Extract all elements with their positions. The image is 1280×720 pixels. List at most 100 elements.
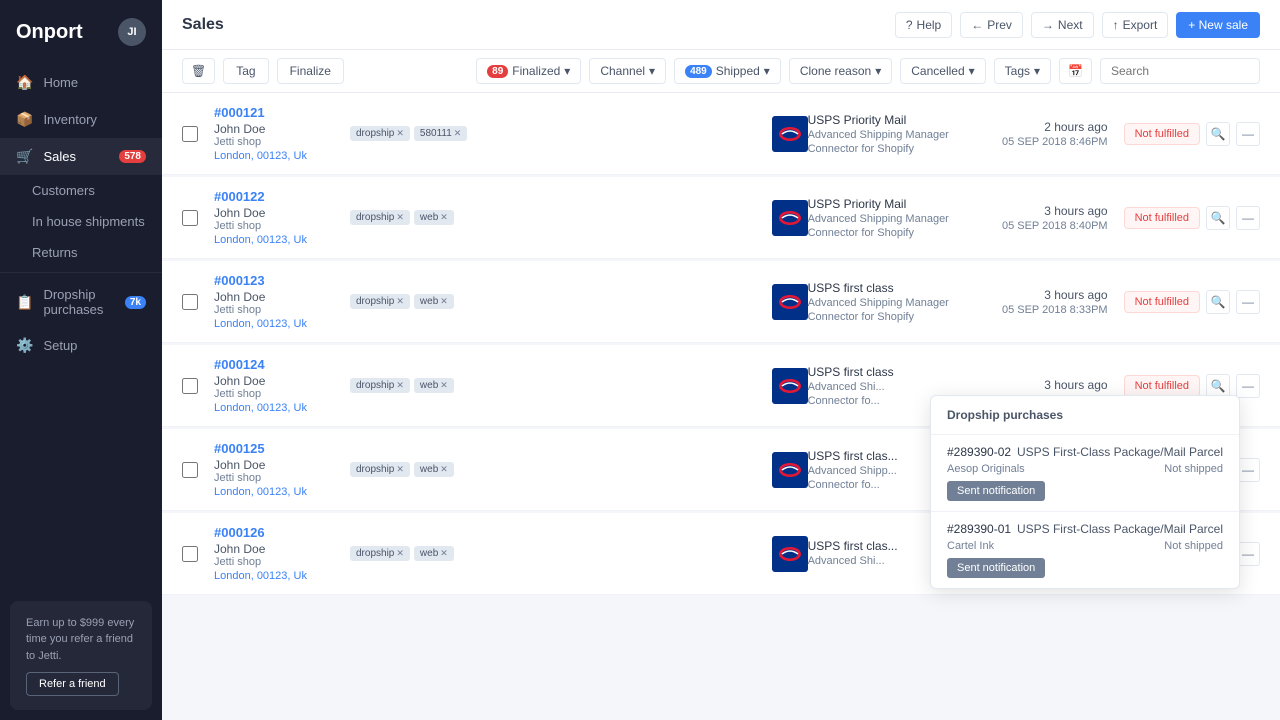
chevron-down-icon: ▾ bbox=[969, 64, 975, 78]
tag-remove-icon[interactable]: ✕ bbox=[396, 212, 404, 223]
logo-text: Onport bbox=[16, 21, 83, 44]
tag-remove-icon[interactable]: ✕ bbox=[440, 212, 448, 223]
inventory-icon: 📦 bbox=[16, 111, 33, 128]
tag-remove-icon[interactable]: ✕ bbox=[396, 548, 404, 559]
carrier-sub1: Advanced Shi... bbox=[808, 381, 988, 393]
sale-info: #000126 John Doe Jetti shop London, 0012… bbox=[214, 525, 334, 582]
sale-id[interactable]: #000123 bbox=[214, 273, 334, 288]
sale-name: John Doe bbox=[214, 542, 334, 556]
tag-remove-icon[interactable]: ✕ bbox=[396, 380, 404, 391]
row-checkbox[interactable] bbox=[182, 210, 198, 226]
sent-notification-button[interactable]: Sent notification bbox=[947, 558, 1045, 578]
tag-remove-icon[interactable]: ✕ bbox=[454, 128, 462, 139]
tag-remove-icon[interactable]: ✕ bbox=[440, 380, 448, 391]
chevron-down-icon: ▾ bbox=[1034, 64, 1040, 78]
cancelled-filter[interactable]: Cancelled ▾ bbox=[900, 58, 985, 84]
sale-name: John Doe bbox=[214, 122, 334, 136]
sale-time: 2 hours ago 05 SEP 2018 8:46PM bbox=[988, 120, 1108, 148]
tag-badge: web ✕ bbox=[414, 462, 454, 477]
carrier-logo bbox=[772, 368, 808, 404]
finalize-button[interactable]: Finalize bbox=[277, 58, 344, 84]
sidebar-item-sales[interactable]: 🛒 Sales 578 bbox=[0, 138, 162, 175]
tag-remove-icon[interactable]: ✕ bbox=[396, 464, 404, 475]
row-search-button[interactable]: 🔍 bbox=[1206, 374, 1230, 398]
row-search-button[interactable]: 🔍 bbox=[1206, 206, 1230, 230]
help-icon: ? bbox=[906, 18, 913, 32]
tag-badge: dropship ✕ bbox=[350, 378, 410, 393]
sale-id[interactable]: #000126 bbox=[214, 525, 334, 540]
row-more-button[interactable]: — bbox=[1236, 122, 1260, 146]
finalized-filter[interactable]: 89 Finalized ▾ bbox=[476, 58, 581, 84]
tag-remove-icon[interactable]: ✕ bbox=[440, 464, 448, 475]
status-badge: Not fulfilled bbox=[1124, 123, 1200, 145]
tag-remove-icon[interactable]: ✕ bbox=[440, 296, 448, 307]
refer-friend-button[interactable]: Refer a friend bbox=[26, 672, 119, 696]
row-more-button[interactable]: — bbox=[1236, 374, 1260, 398]
shipped-filter[interactable]: 489 Shipped ▾ bbox=[674, 58, 781, 84]
sale-shop: Jetti shop bbox=[214, 556, 334, 568]
sidebar-item-customers[interactable]: Customers bbox=[0, 175, 162, 206]
row-checkbox[interactable] bbox=[182, 126, 198, 142]
export-button[interactable]: ↑ Export bbox=[1102, 12, 1169, 38]
prev-icon: ← bbox=[971, 18, 983, 32]
tag-remove-icon[interactable]: ✕ bbox=[396, 296, 404, 307]
sent-notification-button[interactable]: Sent notification bbox=[947, 481, 1045, 501]
popup-vendor: Cartel Ink bbox=[947, 540, 994, 552]
sale-info: #000121 John Doe Jetti shop London, 0012… bbox=[214, 105, 334, 162]
sidebar-item-home[interactable]: 🏠 Home bbox=[0, 64, 162, 101]
row-search-button[interactable]: 🔍 bbox=[1206, 122, 1230, 146]
row-more-button[interactable]: — bbox=[1236, 206, 1260, 230]
sidebar-nav: 🏠 Home 📦 Inventory 🛒 Sales 578 Customers… bbox=[0, 64, 162, 364]
row-more-button[interactable]: — bbox=[1236, 290, 1260, 314]
tag-remove-icon[interactable]: ✕ bbox=[440, 548, 448, 559]
sale-id[interactable]: #000124 bbox=[214, 357, 334, 372]
sale-id[interactable]: #000121 bbox=[214, 105, 334, 120]
search-input[interactable] bbox=[1100, 58, 1260, 84]
avatar[interactable]: JI bbox=[118, 18, 146, 46]
row-checkbox[interactable] bbox=[182, 294, 198, 310]
sale-info: #000122 John Doe Jetti shop London, 0012… bbox=[214, 189, 334, 246]
next-button[interactable]: → Next bbox=[1031, 12, 1094, 38]
carrier-name: USPS Priority Mail bbox=[808, 113, 988, 127]
row-checkbox[interactable] bbox=[182, 378, 198, 394]
tag-badge: web ✕ bbox=[414, 294, 454, 309]
sidebar-item-returns[interactable]: Returns bbox=[0, 237, 162, 268]
tag-badge: dropship ✕ bbox=[350, 294, 410, 309]
calendar-button[interactable]: 📅 bbox=[1059, 58, 1092, 84]
delete-button[interactable]: 🗑 bbox=[182, 58, 215, 84]
sidebar-item-dropship-purchases[interactable]: 📋 Dropship purchases 7k bbox=[0, 277, 162, 327]
tag-remove-icon[interactable]: ✕ bbox=[396, 128, 404, 139]
sale-tags: dropship ✕ web ✕ bbox=[350, 294, 454, 309]
chevron-down-icon: ▾ bbox=[564, 64, 570, 78]
carrier-logo bbox=[772, 284, 808, 320]
popup-item-header: #289390-02 USPS First-Class Package/Mail… bbox=[947, 445, 1223, 459]
sidebar-item-inventory[interactable]: 📦 Inventory bbox=[0, 101, 162, 138]
sidebar-item-in-house-shipments[interactable]: In house shipments bbox=[0, 206, 162, 237]
row-checkbox[interactable] bbox=[182, 546, 198, 562]
tags-filter[interactable]: Tags ▾ bbox=[994, 58, 1051, 84]
row-search-button[interactable]: 🔍 bbox=[1206, 290, 1230, 314]
sale-info: #000123 John Doe Jetti shop London, 0012… bbox=[214, 273, 334, 330]
status-area: Not fulfilled 🔍 — bbox=[1124, 290, 1260, 314]
promo-text: Earn up to $999 every time you refer a f… bbox=[26, 615, 136, 665]
row-checkbox[interactable] bbox=[182, 462, 198, 478]
tag-button[interactable]: Tag bbox=[223, 58, 268, 84]
sale-id[interactable]: #000125 bbox=[214, 441, 334, 456]
prev-button[interactable]: ← Prev bbox=[960, 12, 1023, 38]
clone-reason-filter[interactable]: Clone reason ▾ bbox=[789, 58, 892, 84]
sales-badge: 578 bbox=[119, 150, 146, 163]
new-sale-button[interactable]: + New sale bbox=[1176, 12, 1260, 38]
next-icon: → bbox=[1042, 18, 1054, 32]
carrier-info: USPS first class Advanced Shipping Manag… bbox=[808, 281, 988, 323]
sale-name: John Doe bbox=[214, 374, 334, 388]
help-button[interactable]: ? Help bbox=[895, 12, 952, 38]
sales-icon: 🛒 bbox=[16, 148, 33, 165]
finalized-count: 89 bbox=[487, 65, 508, 78]
popup-order-id: #289390-01 bbox=[947, 522, 1011, 536]
channel-filter[interactable]: Channel ▾ bbox=[589, 58, 666, 84]
carrier-sub2: Connector for Shopify bbox=[808, 311, 988, 323]
sale-id[interactable]: #000122 bbox=[214, 189, 334, 204]
sale-location: London, 00123, Uk bbox=[214, 486, 334, 498]
popup-carrier: USPS First-Class Package/Mail Parcel bbox=[1017, 522, 1223, 536]
sidebar-item-setup[interactable]: ⚙️ Setup bbox=[0, 327, 162, 364]
